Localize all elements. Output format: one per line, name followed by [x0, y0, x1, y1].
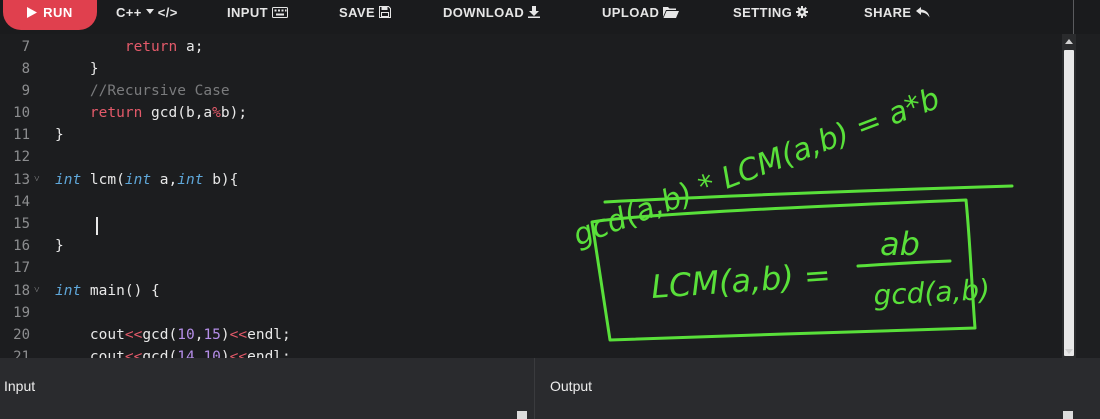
keyboard-icon	[272, 6, 288, 18]
language-selector[interactable]: C++ </>	[116, 3, 178, 21]
line-number: 16	[13, 238, 30, 254]
output-resize-handle[interactable]	[1063, 411, 1073, 419]
code-line: cout<<gcd(14,10)<<endl;	[55, 349, 291, 358]
save-label: SAVE	[339, 4, 376, 20]
code-line: cout<<gcd(10,15)<<endl;	[55, 327, 291, 343]
editor-scrollbar[interactable]	[1062, 34, 1076, 358]
line-number: 14	[13, 194, 30, 210]
setting-button[interactable]: SETTING	[733, 3, 809, 21]
toolbar-edge-divider	[1073, 0, 1074, 34]
output-panel-title: Output	[550, 378, 593, 394]
line-number: 9	[21, 83, 30, 99]
share-button[interactable]: SHARE	[864, 3, 930, 21]
code-line: //Recursive Case	[89, 83, 230, 99]
text-cursor	[96, 217, 98, 235]
line-number: 7	[21, 39, 30, 55]
input-resize-handle[interactable]	[517, 411, 527, 419]
line-number: 21	[13, 349, 30, 358]
fold-toggle[interactable]: ˅	[34, 280, 44, 302]
floppy-disk-icon	[379, 6, 392, 18]
code-editor[interactable]: 7 8 9 10 11 12 13 14 15 16 17 18 19 20 2…	[0, 34, 1062, 358]
download-label: DOWNLOAD	[443, 4, 525, 20]
panel-divider[interactable]	[534, 358, 535, 419]
scroll-up-arrow[interactable]	[1062, 34, 1076, 48]
share-icon	[915, 6, 930, 17]
upload-button[interactable]: UPLOAD	[602, 3, 680, 21]
input-button[interactable]: INPUT	[227, 3, 288, 21]
language-label: C++	[116, 4, 142, 20]
folder-open-icon	[663, 7, 680, 18]
run-button[interactable]: RUN	[3, 0, 97, 30]
code-line: int lcm(int a,int b){	[55, 172, 239, 188]
language-code-symbol: </>	[157, 4, 178, 20]
code-line: }	[55, 127, 64, 143]
toolbar: RUN C++ </> INPUT SAVE DOWNLOAD UPLOAD S…	[0, 0, 1100, 34]
line-number: 17	[13, 260, 30, 276]
scroll-down-arrow-icon	[1065, 348, 1073, 354]
download-button[interactable]: DOWNLOAD	[443, 3, 541, 21]
code-line: }	[55, 238, 64, 254]
line-number: 13	[13, 172, 30, 188]
save-button[interactable]: SAVE	[339, 3, 392, 21]
run-label: RUN	[43, 4, 73, 20]
fold-toggle[interactable]: ˅	[34, 169, 44, 191]
code-line: int main() {	[55, 283, 160, 299]
gear-icon	[796, 6, 809, 18]
line-number: 19	[13, 305, 30, 321]
line-number: 15	[13, 216, 30, 232]
line-number: 20	[13, 327, 30, 343]
code-line: return a;	[124, 39, 204, 55]
code-line: }	[55, 61, 99, 77]
chevron-down-icon	[145, 9, 154, 14]
input-panel-title: Input	[4, 378, 36, 394]
line-number: 12	[13, 149, 30, 165]
download-icon	[528, 6, 541, 18]
setting-label: SETTING	[733, 4, 793, 20]
scroll-down-arrow[interactable]	[1062, 344, 1076, 358]
line-number-gutter: 7 8 9 10 11 12 13 14 15 16 17 18 19 20 2…	[0, 34, 48, 358]
scroll-up-arrow-icon	[1065, 38, 1073, 44]
line-number: 10	[13, 105, 30, 121]
code-line: return gcd(b,a%b);	[89, 105, 248, 121]
line-number: 11	[13, 127, 30, 143]
line-number: 8	[21, 61, 30, 77]
play-icon	[27, 6, 38, 18]
share-label: SHARE	[864, 4, 912, 20]
io-panels: Input Output	[0, 358, 1100, 419]
upload-label: UPLOAD	[602, 4, 660, 20]
input-label: INPUT	[227, 4, 268, 20]
line-number: 18	[13, 283, 30, 299]
scroll-thumb[interactable]	[1064, 50, 1074, 356]
